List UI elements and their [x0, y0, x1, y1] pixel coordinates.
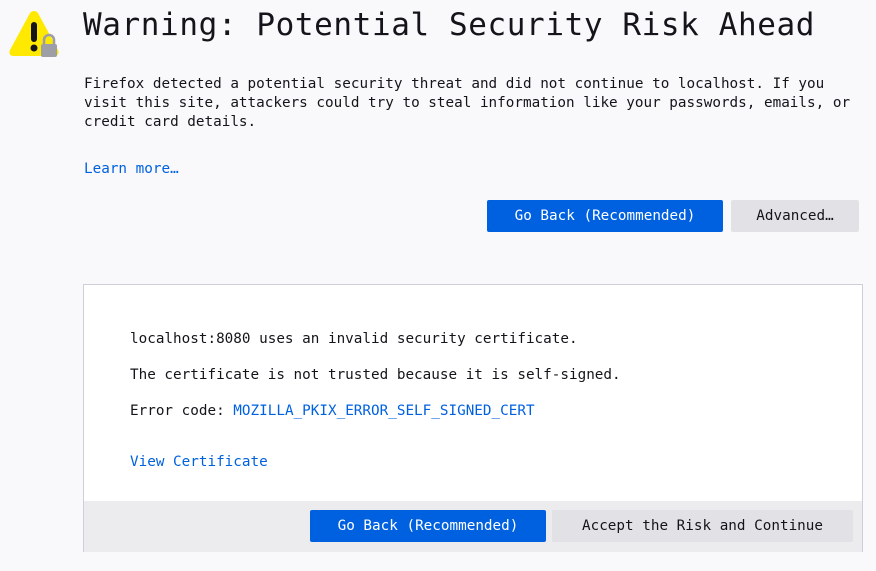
go-back-button[interactable]: Go Back (Recommended)	[487, 200, 723, 232]
error-code-link[interactable]: MOZILLA_PKIX_ERROR_SELF_SIGNED_CERT	[233, 403, 534, 419]
learn-more-link[interactable]: Learn more…	[84, 159, 179, 179]
error-code-label: Error code:	[130, 403, 234, 419]
page-title: Warning: Potential Security Risk Ahead	[83, 7, 816, 43]
security-warning-page: Warning: Potential Security Risk Ahead F…	[0, 0, 876, 571]
go-back-button-advanced[interactable]: Go Back (Recommended)	[310, 510, 546, 542]
invalid-certificate-text: localhost:8080 uses an invalid security …	[130, 331, 578, 347]
warning-lock-icon	[9, 11, 59, 57]
advanced-button[interactable]: Advanced…	[731, 200, 859, 232]
view-certificate-link[interactable]: View Certificate	[130, 452, 268, 472]
accept-risk-button[interactable]: Accept the Risk and Continue	[552, 510, 853, 542]
warning-description: Firefox detected a potential security th…	[84, 76, 851, 130]
advanced-panel-footer: Go Back (Recommended) Accept the Risk an…	[84, 501, 862, 552]
advanced-panel: localhost:8080 uses an invalid security …	[83, 284, 863, 552]
error-code-line: Error code: MOZILLA_PKIX_ERROR_SELF_SIGN…	[130, 401, 535, 421]
certificate-reason-text: The certificate is not trusted because i…	[130, 367, 621, 383]
